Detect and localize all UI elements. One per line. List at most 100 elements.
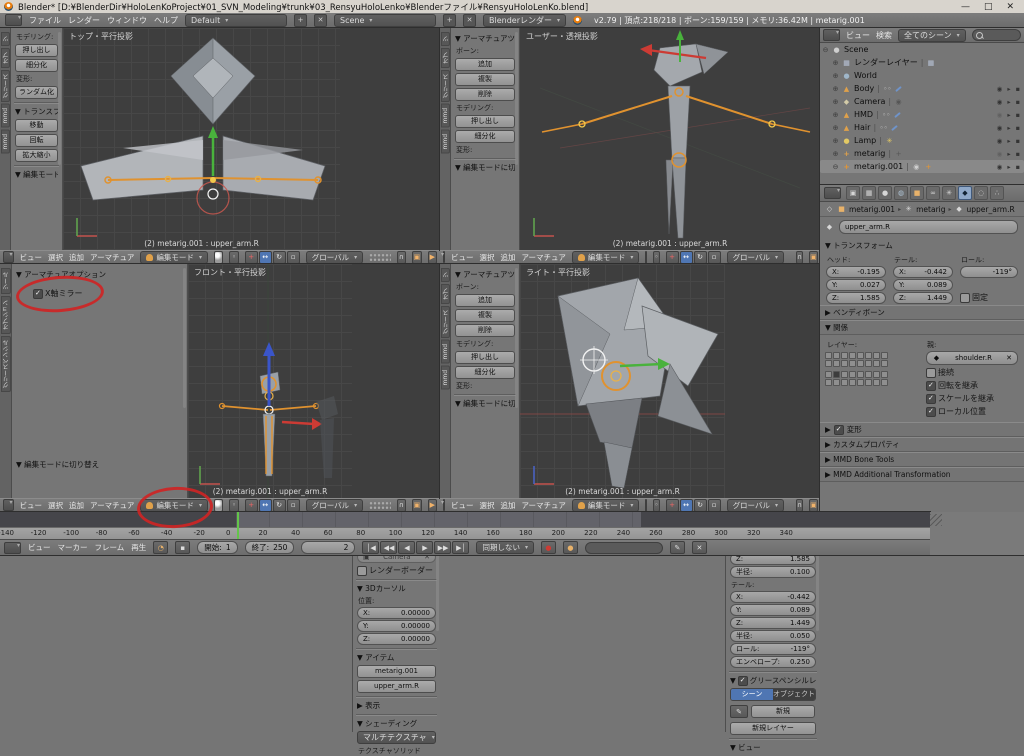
tail-x-field[interactable]: X:-0.442 xyxy=(730,591,816,603)
gp-expand-arrow[interactable]: ▼ xyxy=(730,676,736,685)
deform-panel[interactable]: ▶変形 xyxy=(820,422,1024,437)
tab-constraints-icon[interactable]: ∞ xyxy=(926,186,940,200)
expander-icon[interactable]: ⊕ xyxy=(832,150,839,158)
parent-bone-field[interactable]: ◆ shoulder.R ✕ xyxy=(926,351,1018,365)
bone-layer-cell[interactable] xyxy=(873,371,880,378)
keying-set-field[interactable] xyxy=(584,541,663,554)
shelf-tab-tools[interactable]: ツ xyxy=(1,32,10,46)
viewport-canvas[interactable]: ライト・平行投影 (2) metarig.001 : upper_arm.R xyxy=(520,264,725,498)
bone-layer-cell[interactable] xyxy=(841,360,848,367)
manipulator-axis-icon[interactable]: + xyxy=(665,499,679,511)
menu-select[interactable]: 選択 xyxy=(480,500,495,511)
menu-select[interactable]: 選択 xyxy=(48,500,63,511)
selectable-icon[interactable]: ▸ xyxy=(1007,150,1010,158)
shelf-tab-options[interactable]: オプ xyxy=(441,284,450,304)
snap-magnet-icon[interactable]: ∩ xyxy=(396,499,407,511)
expander-icon[interactable]: ⊕ xyxy=(832,137,839,145)
outliner-row-camera[interactable]: ⊕ ◆ Camera | ◉ ◉ ▸ ▪ xyxy=(820,95,1024,108)
lock-checkbox[interactable] xyxy=(960,292,970,303)
tab-physics-icon[interactable]: ◌ xyxy=(974,186,988,200)
render-opengl-anim-icon[interactable]: ▶ xyxy=(427,499,437,511)
expander-icon[interactable]: ⊕ xyxy=(832,111,839,119)
inherit-rotation-checkbox[interactable] xyxy=(926,380,936,391)
cursor-panel-title[interactable]: ▼ 3Dカーソル xyxy=(357,583,436,594)
menu-marker[interactable]: マーカー xyxy=(58,542,88,553)
manipulator-translate-icon[interactable]: ↔ xyxy=(679,251,693,263)
editor-type-button[interactable] xyxy=(824,187,841,199)
transform-panel-title[interactable]: ▼ トランスフォーム xyxy=(15,106,58,117)
subdivide-button[interactable]: 細分化 xyxy=(455,366,515,379)
shelf-tab-options[interactable]: オプション xyxy=(1,296,11,334)
bone-layer-cell[interactable] xyxy=(841,379,848,386)
outliner-row-scene[interactable]: ⊖ ● Scene xyxy=(820,43,1024,56)
gp-new-button[interactable]: 新規 xyxy=(751,705,815,718)
delete-bone-button[interactable]: 削除 xyxy=(455,88,515,101)
shelf-tab-grease[interactable]: グリース xyxy=(441,306,450,338)
tab-object-icon[interactable]: ■ xyxy=(910,186,924,200)
menu-view[interactable]: ビュー xyxy=(846,30,870,41)
minimize-button[interactable]: — xyxy=(961,2,970,12)
armature-tools-panel-title[interactable]: ▼ アーマチュアツー xyxy=(455,33,515,44)
cursor-x-field[interactable]: X: 0.00000 xyxy=(357,607,436,619)
orientation-select[interactable]: グローバル xyxy=(305,251,364,263)
breadcrumb-object[interactable]: metarig.001 xyxy=(849,205,895,214)
jump-to-start-button[interactable]: │◀ xyxy=(362,541,380,554)
bone-layer-cell[interactable] xyxy=(873,352,880,359)
add-layout-button[interactable]: + xyxy=(294,13,307,27)
manipulator-rotate-icon[interactable]: ↻ xyxy=(693,251,707,263)
menu-view[interactable]: ビュー xyxy=(28,542,51,553)
scale-button[interactable]: 拡大縮小 xyxy=(15,149,58,162)
menu-file[interactable]: ファイル xyxy=(29,15,61,26)
subdivide-button[interactable]: 細分化 xyxy=(455,130,515,143)
hide-eye-icon[interactable]: ◉ xyxy=(997,98,1003,106)
selectable-icon[interactable]: ▸ xyxy=(1007,85,1010,93)
manipulator-rotate-icon[interactable]: ↻ xyxy=(272,499,286,511)
remove-scene-button[interactable]: ✕ xyxy=(463,13,476,27)
translate-button[interactable]: 移動 xyxy=(15,119,58,132)
extrude-button[interactable]: 押し出し xyxy=(15,44,58,57)
viewport-shading-select[interactable] xyxy=(213,499,224,511)
add-scene-button[interactable]: + xyxy=(443,13,456,27)
duplicate-bone-button[interactable]: 複製 xyxy=(455,73,515,86)
lock-range-icon[interactable]: ▪ xyxy=(175,541,191,554)
gp-draw-icon[interactable]: ✎ xyxy=(730,705,748,718)
maximize-button[interactable]: □ xyxy=(984,2,993,12)
mode-switch-panel-title[interactable]: ▼ 編集モードに切り替え xyxy=(455,162,515,173)
head-z-field[interactable]: Z:1.585 xyxy=(826,292,886,304)
bone-layer-cell[interactable] xyxy=(825,360,832,367)
play-reverse-button[interactable]: ◀ xyxy=(398,541,416,554)
delete-bone-button[interactable]: 削除 xyxy=(455,324,515,337)
cursor-z-field[interactable]: Z: 0.00000 xyxy=(357,633,436,645)
timeline-canvas[interactable] xyxy=(0,512,930,527)
bone-layer-cell[interactable] xyxy=(865,360,872,367)
orientation-select[interactable]: グローバル xyxy=(305,499,364,511)
manipulator-axis-icon[interactable]: + xyxy=(244,251,258,263)
mode-select[interactable]: 編集モード xyxy=(140,251,208,263)
bone-layer-cell[interactable] xyxy=(857,352,864,359)
connected-checkbox[interactable] xyxy=(926,367,936,378)
tab-bone-icon[interactable]: ◆ xyxy=(958,186,972,200)
inherit-scale-checkbox[interactable] xyxy=(926,393,936,404)
scene-select[interactable]: Scene xyxy=(334,13,436,27)
bone-layer-cell[interactable] xyxy=(825,371,832,378)
envelope-field[interactable]: エンベロープ:0.250 xyxy=(730,656,816,668)
expander-icon[interactable]: ⊕ xyxy=(832,72,839,80)
editor-type-button[interactable] xyxy=(3,251,14,263)
tab-armature-data-icon[interactable]: ✳ xyxy=(942,186,956,200)
shelf-tab-tools[interactable]: ツ xyxy=(441,32,450,46)
menu-render[interactable]: レンダー xyxy=(68,15,100,26)
item-bone-field[interactable]: upper_arm.R xyxy=(357,680,436,693)
renderable-icon[interactable]: ▪ xyxy=(1016,163,1020,171)
insert-keyframe-icon[interactable]: ✎ xyxy=(669,541,685,554)
editor-type-button[interactable] xyxy=(823,29,840,41)
pivot-center-select[interactable]: ◦ xyxy=(229,499,239,511)
menu-search[interactable]: 検索 xyxy=(876,30,892,41)
previous-keyframe-button[interactable]: ◀◀ xyxy=(380,541,398,554)
jump-to-end-button[interactable]: ▶│ xyxy=(452,541,470,554)
shading-panel-title[interactable]: ▼ シェーディング xyxy=(357,718,436,729)
bone-layer-cell[interactable] xyxy=(881,352,888,359)
pivot-center-select[interactable]: ◦ xyxy=(653,251,660,263)
render-engine-select[interactable]: Blenderレンダー xyxy=(483,13,567,27)
mmd-additional-transformation-panel[interactable]: ▶ MMD Additional Transformation xyxy=(820,467,1024,482)
gp-scene-option[interactable]: シーン xyxy=(731,689,773,700)
